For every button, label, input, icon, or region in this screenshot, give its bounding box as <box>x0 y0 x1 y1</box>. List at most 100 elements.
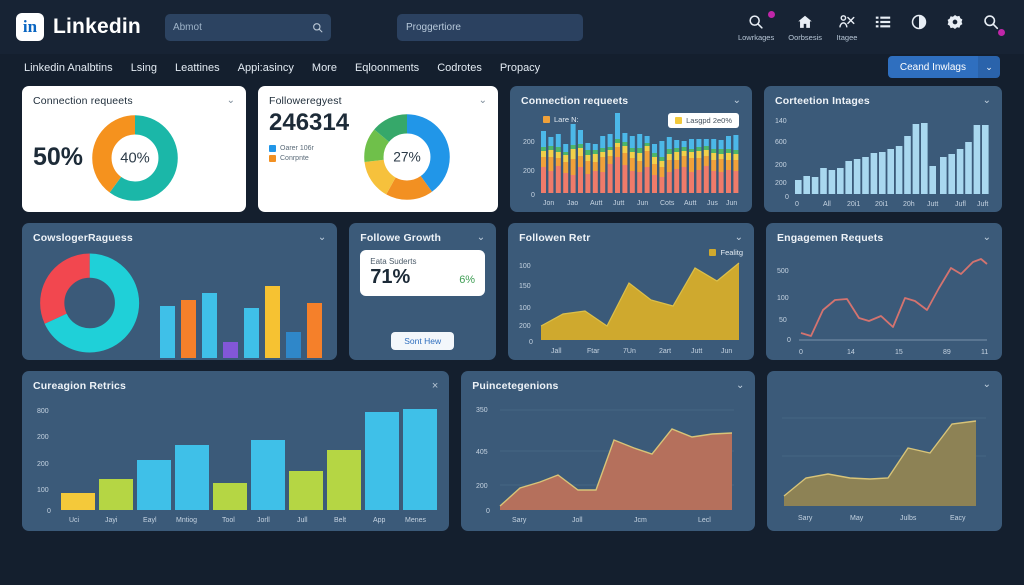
chevron-down-icon[interactable]: ⌄ <box>983 96 991 106</box>
svg-text:405: 405 <box>476 449 488 456</box>
bar-chart <box>160 286 323 358</box>
sort-button[interactable]: Sont Hew <box>391 332 455 350</box>
list-icon <box>875 16 891 27</box>
nav-icon-network[interactable]: Itagee <box>836 13 858 42</box>
card-body: 800 200 200 100 0 Uci Jayi Eayl Mntiog T… <box>33 396 438 526</box>
svg-text:Jao: Jao <box>567 200 578 207</box>
dashboard-row-2: CowslogerRaguess ⌄ Lpne - 150 <box>22 223 1002 360</box>
card-header: Engagemen Requets ⌄ <box>777 232 991 244</box>
svg-text:Mntiog: Mntiog <box>176 517 197 524</box>
chevron-down-icon[interactable]: ⌄ <box>735 233 743 243</box>
svg-text:Jutt: Jutt <box>927 201 938 208</box>
card-follower-rate[interactable]: Followen Retr ⌄ Fealitg 100 150 100 200 … <box>508 223 754 360</box>
card-untitled-area[interactable]: ⌄ Sary May Julbs Eacy <box>767 371 1002 531</box>
chevron-down-icon[interactable]: ⌄ <box>227 96 235 106</box>
chevron-down-icon[interactable]: ⌄ <box>983 380 991 390</box>
nav-icon-contrast[interactable] <box>908 13 930 33</box>
chevron-down-icon[interactable]: ⌄ <box>983 233 991 243</box>
card-title: Followeregyest <box>269 95 342 107</box>
nav-link-propacy[interactable]: Propacy <box>500 62 540 74</box>
card-coworker-requests[interactable]: CowslogerRaguess ⌄ Lpne - 150 <box>22 223 338 360</box>
card-connection-requests-bars[interactable]: Connection requeets ⌄ Lare N: Lasgpd 2e0… <box>510 86 752 212</box>
nav-link-analytics[interactable]: Linkedin Analbtins <box>24 62 113 74</box>
legend-item: Oarer 106r <box>269 145 349 152</box>
chevron-down-icon[interactable]: ⌄ <box>318 233 326 243</box>
nav-link-more[interactable]: More <box>312 62 337 74</box>
svg-text:0: 0 <box>531 192 535 199</box>
nav-link-eqloonments[interactable]: Eqloonments <box>355 62 419 74</box>
nav-icon-search-badge[interactable]: Lowrkages <box>737 10 776 42</box>
nav-link-applicasincy[interactable]: Appi:asincy <box>238 62 294 74</box>
card-conversion-metrics[interactable]: Cureagion Retrics × 800 200 200 100 0 Uc… <box>22 371 450 531</box>
svg-text:Jun: Jun <box>637 200 648 207</box>
card-correlation-images[interactable]: Corteetion Intages ⌄ 140 600 200 200 0 0… <box>764 86 1002 212</box>
nav-icon-caption: Lowrkages <box>737 32 775 42</box>
chevron-down-icon[interactable]: ⌄ <box>477 233 485 243</box>
svg-text:Jayi: Jayi <box>105 517 118 524</box>
brand-name: Linkedin <box>53 15 141 38</box>
svg-text:150: 150 <box>519 283 531 290</box>
card-header: CowslogerRaguess ⌄ <box>33 232 326 244</box>
card-header: Connection requeets ⌄ <box>521 95 741 107</box>
nav-icon-home[interactable]: Oorbsesis <box>788 13 822 42</box>
svg-text:Jun: Jun <box>726 200 737 207</box>
create-button[interactable]: Ceand Inwlags <box>887 56 978 78</box>
card-title: Connection requeets <box>521 95 629 107</box>
donut-center-label: 40% <box>120 150 149 166</box>
dashboard-row-3: Cureagion Retrics × 800 200 200 100 0 Uc… <box>22 371 1002 531</box>
card-title: Puincetegenions <box>472 380 559 392</box>
nav-icon-settings[interactable] <box>944 13 966 33</box>
svg-text:Jall: Jall <box>551 348 562 355</box>
nav-icon-list[interactable] <box>872 13 894 33</box>
card-title: Followen Retr <box>519 232 591 244</box>
nav-link-leattines[interactable]: Leattines <box>175 62 220 74</box>
chart-legend: Lare N: <box>543 115 579 124</box>
cta-split-button[interactable]: Ceand Inwlags ⌄ <box>887 56 1000 78</box>
secondary-input-box[interactable] <box>396 13 583 41</box>
brand[interactable]: in Linkedin <box>16 13 141 41</box>
svg-text:0: 0 <box>787 337 791 344</box>
area-chart: Sary May Julbs Eacy <box>782 417 987 522</box>
svg-text:0: 0 <box>785 194 789 201</box>
svg-text:100: 100 <box>519 305 531 312</box>
card-body: 50% 40% <box>33 111 235 204</box>
svg-text:Juft: Juft <box>977 201 988 208</box>
svg-text:200: 200 <box>775 180 787 187</box>
card-connection-requests-donut[interactable]: Connection requeets ⌄ 50% 40% <box>22 86 246 212</box>
stat-label: Eata Suderts <box>370 257 417 266</box>
nav-icon-search-2[interactable] <box>980 13 1005 36</box>
svg-text:Lecl: Lecl <box>698 517 711 524</box>
close-icon[interactable]: × <box>432 380 438 392</box>
secondary-nav: Linkedin Analbtins Lsing Leattines Appi:… <box>0 54 1024 82</box>
card-body: 350 405 200 0 Sary Joll Jcm Lecl <box>472 396 744 526</box>
nav-link-lsing[interactable]: Lsing <box>131 62 157 74</box>
card-follower-growth[interactable]: Followe Growth ⌄ Eata Suderts 71% 6% Son… <box>349 223 497 360</box>
search-box[interactable] <box>164 13 331 41</box>
chevron-down-icon[interactable]: ⌄ <box>736 381 744 391</box>
card-price-regions[interactable]: Puincetegenions ⌄ 350 405 200 0 Sary Jol… <box>461 371 756 531</box>
contrast-icon <box>911 14 927 29</box>
chart-tooltip: Lasgpd 2e0% <box>668 113 739 128</box>
svg-text:All: All <box>823 201 831 208</box>
card-header: ⌄ <box>778 380 991 390</box>
svg-text:Jull: Jull <box>297 517 308 524</box>
card-follower-request-donut[interactable]: Followeregyest ⌄ 246314 Oarer 106r Conrp… <box>258 86 498 212</box>
svg-text:0: 0 <box>486 508 490 515</box>
svg-text:200: 200 <box>519 323 531 330</box>
card-engagement-requests[interactable]: Engagemen Requets ⌄ 500 100 50 0 0 14 15… <box>766 223 1002 360</box>
chevron-down-icon[interactable]: ⌄ <box>733 96 741 106</box>
search-input[interactable] <box>172 21 306 33</box>
svg-text:14: 14 <box>847 349 855 356</box>
notification-dot <box>768 10 776 18</box>
chevron-down-icon[interactable]: ⌄ <box>978 56 1000 78</box>
card-title: Connection requeets <box>33 95 133 107</box>
secondary-input[interactable] <box>405 21 574 33</box>
chevron-down-icon[interactable]: ⌄ <box>479 96 487 106</box>
svg-text:Ftar: Ftar <box>587 348 600 355</box>
card-title: Followe Growth <box>360 232 442 244</box>
stat-box: Eata Suderts 71% 6% <box>360 250 486 296</box>
card-body: Eata Suderts 71% 6% Sont Hew <box>360 248 486 352</box>
nav-icon-caption: Oorbsesis <box>788 32 822 42</box>
home-icon <box>798 15 812 28</box>
nav-link-codrotes[interactable]: Codrotes <box>437 62 482 74</box>
